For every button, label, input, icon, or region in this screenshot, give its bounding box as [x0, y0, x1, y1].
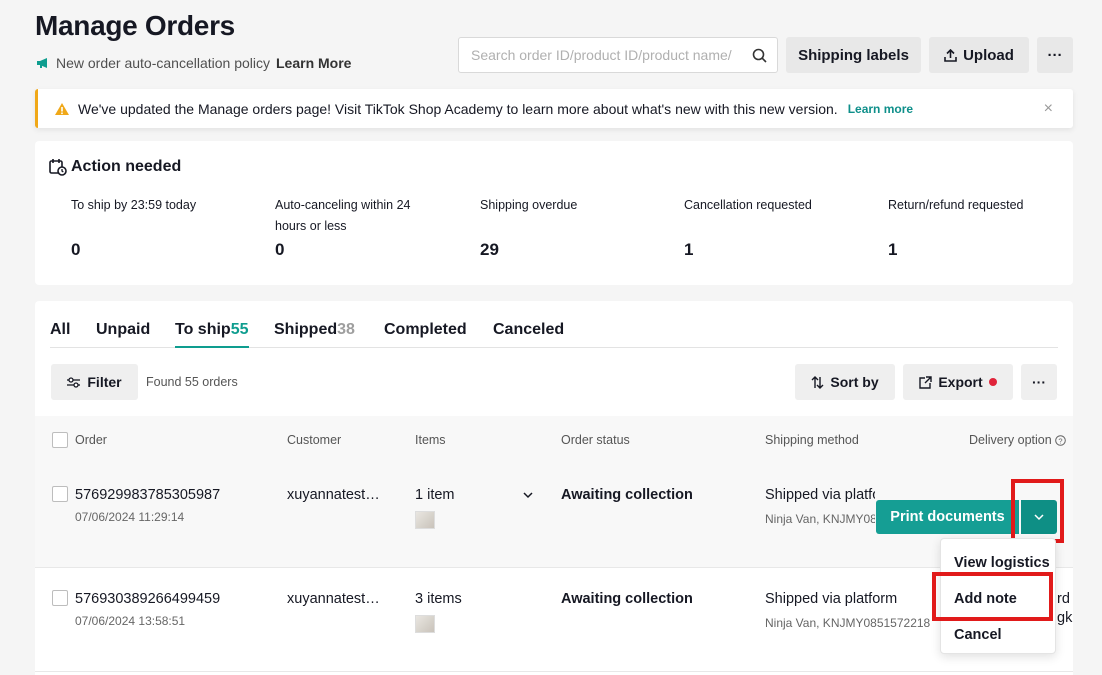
col-delivery-option: Delivery option ? — [969, 433, 1066, 447]
help-icon[interactable]: ? — [1054, 434, 1066, 446]
tab-shipped[interactable]: Shipped38 — [274, 321, 355, 348]
shipping-method: Shipped via platform — [765, 487, 875, 503]
metric-to-ship-today[interactable]: To ship by 23:59 today 0 — [71, 195, 241, 259]
policy-learn-more-link[interactable]: Learn More — [276, 55, 351, 71]
order-date: 07/06/2024 13:58:51 — [75, 614, 186, 628]
tab-canceled[interactable]: Canceled — [493, 321, 564, 348]
warning-icon — [55, 102, 69, 115]
items-count[interactable]: 3 items — [415, 591, 462, 607]
policy-notice: New order auto-cancellation policy Learn… — [36, 55, 351, 71]
tab-count: 38 — [337, 321, 355, 338]
tab-to-ship[interactable]: To ship55 — [175, 321, 249, 348]
upload-label: Upload — [963, 46, 1014, 64]
export-button[interactable]: Export — [903, 364, 1013, 400]
col-customer: Customer — [287, 433, 342, 447]
metric-auto-canceling[interactable]: Auto-canceling within 24 hours or less 0 — [275, 195, 435, 259]
shipping-method: Shipped via platform — [765, 591, 898, 607]
menu-item-view-logistics[interactable]: View logistics — [954, 555, 1050, 571]
carrier-tracking: Ninja Van, KNJMY0851572218 — [765, 512, 875, 526]
search-input[interactable] — [471, 47, 741, 63]
chevron-down-icon[interactable] — [523, 492, 533, 499]
filter-button[interactable]: Filter — [51, 364, 138, 400]
search-box[interactable] — [458, 37, 778, 73]
close-icon[interactable]: × — [1044, 100, 1053, 118]
product-thumbnail — [415, 511, 435, 529]
update-banner: We've updated the Manage orders page! Vi… — [35, 89, 1073, 128]
orders-card: All Unpaid To ship55 Shipped38 Completed… — [35, 301, 1073, 675]
col-order: Order — [75, 433, 107, 447]
external-link-icon — [919, 375, 933, 389]
shipping-labels-button[interactable]: Shipping labels — [786, 37, 921, 73]
banner-text: We've updated the Manage orders page! Vi… — [78, 100, 838, 117]
customer-name: xuyannatest… — [287, 487, 380, 503]
svg-text:?: ? — [1058, 436, 1062, 445]
table-more-button[interactable]: ··· — [1021, 364, 1057, 400]
sort-by-button[interactable]: Sort by — [795, 364, 895, 400]
col-items: Items — [415, 433, 446, 447]
order-status: Awaiting collection — [561, 487, 693, 503]
megaphone-icon — [37, 58, 47, 68]
notification-dot — [988, 378, 997, 386]
action-needed-card: Action needed To ship by 23:59 today 0 A… — [35, 141, 1073, 285]
page-title: Manage Orders — [35, 10, 235, 41]
col-order-status: Order status — [561, 433, 630, 447]
tab-completed[interactable]: Completed — [384, 321, 467, 348]
select-all-checkbox[interactable] — [52, 432, 68, 448]
search-icon[interactable] — [752, 48, 767, 63]
highlight-box — [932, 572, 1053, 621]
row-checkbox[interactable] — [52, 590, 68, 606]
carrier-tracking: Ninja Van, KNJMY0851572218 — [765, 616, 931, 630]
table-header: Order Customer Items Order status Shippi… — [35, 416, 1073, 464]
order-tabs: All Unpaid To ship55 Shipped38 Completed… — [50, 321, 1058, 348]
policy-text: New order auto-cancellation policy — [56, 55, 270, 71]
tab-unpaid[interactable]: Unpaid — [96, 321, 150, 348]
product-thumbnail — [415, 615, 435, 633]
highlight-box — [1011, 479, 1064, 543]
delivery-option: rd — [1057, 591, 1070, 607]
sliders-icon — [67, 376, 81, 388]
delivery-option-sub: gk — [1057, 610, 1073, 626]
print-documents-button[interactable]: Print documents — [876, 500, 1019, 534]
col-shipping-method: Shipping method — [765, 433, 859, 447]
order-id[interactable]: 576929983785305987 — [75, 487, 220, 503]
action-needed-title: Action needed — [49, 158, 181, 176]
table-row[interactable]: 576930389266499459 07/06/2024 13:58:51 x… — [35, 568, 1073, 672]
row-checkbox[interactable] — [52, 486, 68, 502]
metric-return-refund-requested[interactable]: Return/refund requested 1 — [888, 195, 1058, 259]
customer-name: xuyannatest… — [287, 591, 380, 607]
order-id[interactable]: 576930389266499459 — [75, 591, 220, 607]
order-status: Awaiting collection — [561, 591, 693, 607]
upload-icon — [944, 48, 957, 62]
menu-item-cancel[interactable]: Cancel — [954, 627, 1002, 643]
banner-learn-more-link[interactable]: Learn more — [848, 102, 913, 116]
upload-button[interactable]: Upload — [929, 37, 1029, 73]
found-count: Found 55 orders — [146, 375, 238, 389]
items-count[interactable]: 1 item — [415, 487, 455, 503]
metric-shipping-overdue[interactable]: Shipping overdue 29 — [480, 195, 650, 259]
order-date: 07/06/2024 11:29:14 — [75, 510, 185, 524]
metric-cancellation-requested[interactable]: Cancellation requested 1 — [684, 195, 854, 259]
sort-arrows-icon — [811, 375, 824, 389]
tab-count: 55 — [230, 321, 249, 338]
more-options-button[interactable]: ··· — [1037, 37, 1073, 73]
tab-all[interactable]: All — [50, 321, 70, 348]
calendar-clock-icon — [49, 159, 67, 176]
